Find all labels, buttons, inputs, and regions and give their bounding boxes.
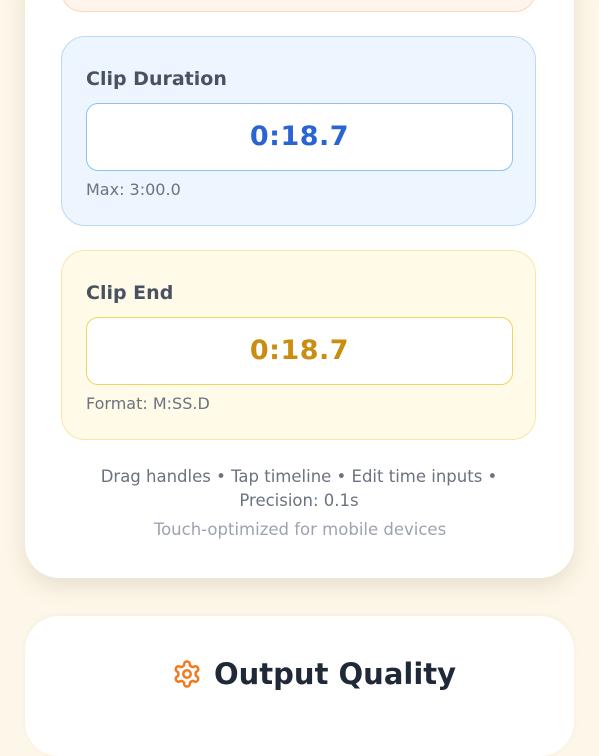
clip-duration-panel: Clip Duration 0:18.7 Max: 3:00.0 xyxy=(61,36,536,226)
clip-end-input[interactable]: 0:18.7 xyxy=(86,317,513,385)
touch-note: Touch-optimized for mobile devices xyxy=(153,520,447,539)
clip-duration-input[interactable]: 0:18.7 xyxy=(86,103,513,171)
clip-end-hint: Format: M:SS.D xyxy=(86,394,210,413)
clip-end-label: Clip End xyxy=(86,282,174,304)
usage-instructions: Drag handles • Tap timeline • Edit time … xyxy=(100,467,498,510)
clip-end-panel: Clip End 0:18.7 Format: M:SS.D xyxy=(61,250,536,440)
clip-duration-hint: Max: 3:00.0 xyxy=(86,180,181,199)
clip-duration-label: Clip Duration xyxy=(86,68,227,90)
clip-start-panel xyxy=(61,0,536,12)
output-quality-title: Output Quality xyxy=(214,657,457,691)
output-quality-heading: Output Quality xyxy=(172,654,456,694)
gear-icon xyxy=(174,660,200,688)
